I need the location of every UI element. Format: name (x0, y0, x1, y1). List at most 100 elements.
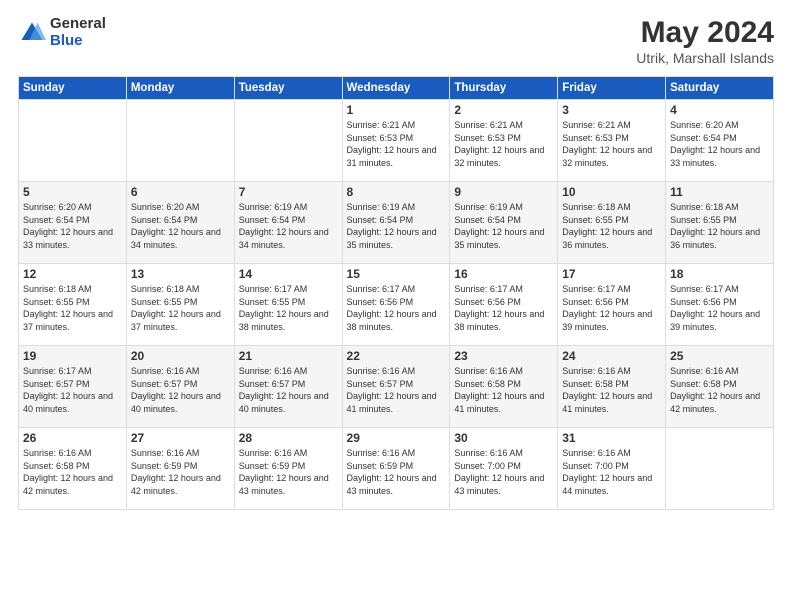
calendar-cell: 12Sunrise: 6:18 AM Sunset: 6:55 PM Dayli… (19, 264, 127, 346)
day-number: 30 (454, 431, 553, 445)
day-info: Sunrise: 6:19 AM Sunset: 6:54 PM Dayligh… (239, 201, 338, 251)
title-block: May 2024 Utrik, Marshall Islands (636, 16, 774, 66)
calendar-weekday-saturday: Saturday (666, 77, 774, 100)
day-number: 9 (454, 185, 553, 199)
day-info: Sunrise: 6:16 AM Sunset: 6:57 PM Dayligh… (131, 365, 230, 415)
day-info: Sunrise: 6:20 AM Sunset: 6:54 PM Dayligh… (670, 119, 769, 169)
calendar-cell: 2 Sunrise: 6:21 AM Sunset: 6:53 PM Daylig… (450, 100, 558, 182)
header: General Blue May 2024 Utrik, Marshall Is… (18, 16, 774, 66)
day-number: 17 (562, 267, 661, 281)
calendar-week-row: 19 Sunrise: 6:17 AM Sunset: 6:57 PM Dayli… (19, 346, 774, 428)
day-info: Sunrise: 6:16 AM Sunset: 6:57 PM Dayligh… (347, 365, 446, 415)
calendar-cell (234, 100, 342, 182)
calendar-week-row: 12Sunrise: 6:18 AM Sunset: 6:55 PM Dayli… (19, 264, 774, 346)
day-number: 2 (454, 103, 553, 117)
calendar-cell: 3 Sunrise: 6:21 AM Sunset: 6:53 PM Daylig… (558, 100, 666, 182)
day-info: Sunrise: 6:18 AM Sunset: 6:55 PM Dayligh… (562, 201, 661, 251)
day-number: 6 (131, 185, 230, 199)
day-number: 5 (23, 185, 122, 199)
calendar-week-row: 26 Sunrise: 6:16 AM Sunset: 6:58 PM Dayli… (19, 428, 774, 510)
calendar-cell: 16 Sunrise: 6:17 AM Sunset: 6:56 PM Dayli… (450, 264, 558, 346)
day-number: 24 (562, 349, 661, 363)
day-info: Sunrise: 6:16 AM Sunset: 6:59 PM Dayligh… (347, 447, 446, 497)
day-info: Sunrise: 6:16 AM Sunset: 6:59 PM Dayligh… (239, 447, 338, 497)
day-number: 21 (239, 349, 338, 363)
day-info: Sunrise: 6:21 AM Sunset: 6:53 PM Dayligh… (562, 119, 661, 169)
day-info: Sunrise: 6:16 AM Sunset: 6:58 PM Dayligh… (562, 365, 661, 415)
calendar-weekday-friday: Friday (558, 77, 666, 100)
day-number: 19 (23, 349, 122, 363)
day-number: 29 (347, 431, 446, 445)
day-number: 15 (347, 267, 446, 281)
day-info: Sunrise: 6:16 AM Sunset: 7:00 PM Dayligh… (454, 447, 553, 497)
calendar-cell (666, 428, 774, 510)
month-year: May 2024 (636, 16, 774, 50)
calendar-cell: 20 Sunrise: 6:16 AM Sunset: 6:57 PM Dayli… (126, 346, 234, 428)
day-info: Sunrise: 6:16 AM Sunset: 6:58 PM Dayligh… (23, 447, 122, 497)
day-info: Sunrise: 6:19 AM Sunset: 6:54 PM Dayligh… (454, 201, 553, 251)
calendar-cell: 25 Sunrise: 6:16 AM Sunset: 6:58 PM Dayli… (666, 346, 774, 428)
day-number: 26 (23, 431, 122, 445)
calendar-cell: 5 Sunrise: 6:20 AM Sunset: 6:54 PM Daylig… (19, 182, 127, 264)
day-info: Sunrise: 6:20 AM Sunset: 6:54 PM Dayligh… (131, 201, 230, 251)
day-info: Sunrise: 6:16 AM Sunset: 6:59 PM Dayligh… (131, 447, 230, 497)
day-number: 7 (239, 185, 338, 199)
day-info: Sunrise: 6:16 AM Sunset: 6:58 PM Dayligh… (670, 365, 769, 415)
logo-general: General (50, 16, 106, 33)
day-info: Sunrise: 6:20 AM Sunset: 6:54 PM Dayligh… (23, 201, 122, 251)
day-number: 1 (347, 103, 446, 117)
calendar-cell: 21 Sunrise: 6:16 AM Sunset: 6:57 PM Dayli… (234, 346, 342, 428)
day-info: Sunrise: 6:17 AM Sunset: 6:56 PM Dayligh… (670, 283, 769, 333)
day-info: Sunrise: 6:16 AM Sunset: 6:58 PM Dayligh… (454, 365, 553, 415)
day-info: Sunrise: 6:18 AM Sunset: 6:55 PM Dayligh… (23, 283, 122, 333)
calendar-week-row: 5 Sunrise: 6:20 AM Sunset: 6:54 PM Daylig… (19, 182, 774, 264)
page: General Blue May 2024 Utrik, Marshall Is… (0, 0, 792, 612)
calendar-week-row: 1 Sunrise: 6:21 AM Sunset: 6:53 PM Daylig… (19, 100, 774, 182)
day-info: Sunrise: 6:17 AM Sunset: 6:56 PM Dayligh… (347, 283, 446, 333)
day-number: 3 (562, 103, 661, 117)
calendar-weekday-monday: Monday (126, 77, 234, 100)
location: Utrik, Marshall Islands (636, 50, 774, 66)
calendar-cell: 9 Sunrise: 6:19 AM Sunset: 6:54 PM Daylig… (450, 182, 558, 264)
calendar-cell: 13 Sunrise: 6:18 AM Sunset: 6:55 PM Dayli… (126, 264, 234, 346)
calendar-cell: 8Sunrise: 6:19 AM Sunset: 6:54 PM Daylig… (342, 182, 450, 264)
day-info: Sunrise: 6:19 AM Sunset: 6:54 PM Dayligh… (347, 201, 446, 251)
day-info: Sunrise: 6:17 AM Sunset: 6:57 PM Dayligh… (23, 365, 122, 415)
calendar-weekday-wednesday: Wednesday (342, 77, 450, 100)
day-number: 28 (239, 431, 338, 445)
calendar-cell: 27 Sunrise: 6:16 AM Sunset: 6:59 PM Dayli… (126, 428, 234, 510)
calendar-cell: 15 Sunrise: 6:17 AM Sunset: 6:56 PM Dayli… (342, 264, 450, 346)
day-number: 16 (454, 267, 553, 281)
calendar-cell: 7 Sunrise: 6:19 AM Sunset: 6:54 PM Daylig… (234, 182, 342, 264)
calendar-cell: 31Sunrise: 6:16 AM Sunset: 7:00 PM Dayli… (558, 428, 666, 510)
day-number: 27 (131, 431, 230, 445)
day-info: Sunrise: 6:21 AM Sunset: 6:53 PM Dayligh… (347, 119, 446, 169)
calendar-cell: 29 Sunrise: 6:16 AM Sunset: 6:59 PM Dayli… (342, 428, 450, 510)
calendar-cell: 6 Sunrise: 6:20 AM Sunset: 6:54 PM Daylig… (126, 182, 234, 264)
day-number: 31 (562, 431, 661, 445)
calendar-weekday-tuesday: Tuesday (234, 77, 342, 100)
day-number: 14 (239, 267, 338, 281)
calendar-cell: 26 Sunrise: 6:16 AM Sunset: 6:58 PM Dayli… (19, 428, 127, 510)
calendar-cell: 23Sunrise: 6:16 AM Sunset: 6:58 PM Dayli… (450, 346, 558, 428)
calendar-cell: 28 Sunrise: 6:16 AM Sunset: 6:59 PM Dayli… (234, 428, 342, 510)
calendar-cell: 19 Sunrise: 6:17 AM Sunset: 6:57 PM Dayli… (19, 346, 127, 428)
day-number: 10 (562, 185, 661, 199)
day-info: Sunrise: 6:16 AM Sunset: 6:57 PM Dayligh… (239, 365, 338, 415)
calendar-cell: 30 Sunrise: 6:16 AM Sunset: 7:00 PM Dayli… (450, 428, 558, 510)
day-number: 20 (131, 349, 230, 363)
calendar-weekday-thursday: Thursday (450, 77, 558, 100)
day-info: Sunrise: 6:17 AM Sunset: 6:56 PM Dayligh… (562, 283, 661, 333)
day-info: Sunrise: 6:17 AM Sunset: 6:55 PM Dayligh… (239, 283, 338, 333)
calendar-cell (126, 100, 234, 182)
day-info: Sunrise: 6:17 AM Sunset: 6:56 PM Dayligh… (454, 283, 553, 333)
calendar-cell: 24 Sunrise: 6:16 AM Sunset: 6:58 PM Dayli… (558, 346, 666, 428)
calendar-cell: 14 Sunrise: 6:17 AM Sunset: 6:55 PM Dayli… (234, 264, 342, 346)
calendar-cell: 18Sunrise: 6:17 AM Sunset: 6:56 PM Dayli… (666, 264, 774, 346)
day-info: Sunrise: 6:18 AM Sunset: 6:55 PM Dayligh… (131, 283, 230, 333)
day-number: 25 (670, 349, 769, 363)
calendar-cell: 11Sunrise: 6:18 AM Sunset: 6:55 PM Dayli… (666, 182, 774, 264)
day-info: Sunrise: 6:21 AM Sunset: 6:53 PM Dayligh… (454, 119, 553, 169)
day-number: 13 (131, 267, 230, 281)
day-info: Sunrise: 6:18 AM Sunset: 6:55 PM Dayligh… (670, 201, 769, 251)
